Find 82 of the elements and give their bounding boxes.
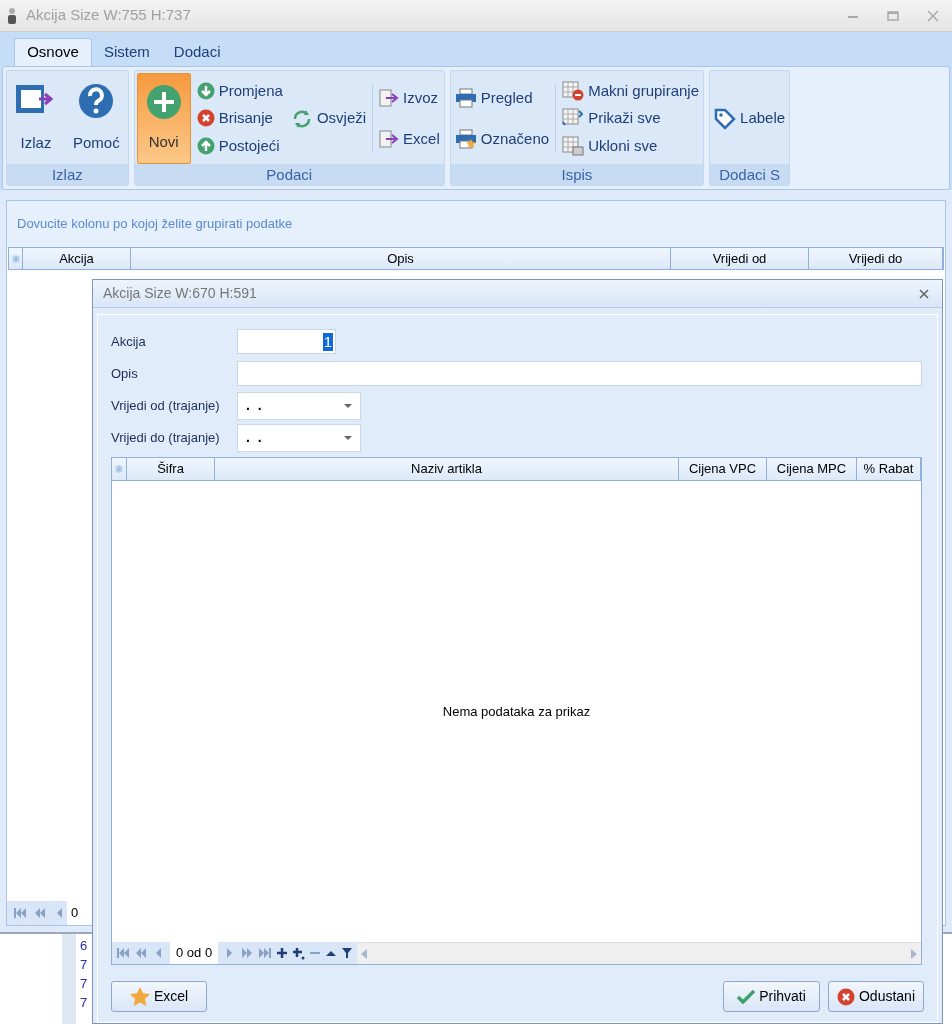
asterisk-icon: [115, 465, 123, 473]
plus-icon: [145, 84, 182, 120]
date-field[interactable]: . .: [237, 423, 361, 452]
previous-page-icon[interactable]: [134, 948, 148, 958]
dialog-title: Akcija Size W:670 H:591: [103, 284, 258, 303]
asterisk-icon: [11, 254, 20, 263]
date-field[interactable]: . .: [237, 391, 361, 420]
ribbon-large-button[interactable]: Izlaz: [9, 73, 63, 164]
ribbon-large-button[interactable]: Pomoć: [67, 73, 126, 164]
group-by-hint: Dovucite kolonu po kojoj želite grupirati podatke: [17, 215, 293, 234]
printer-star-icon: [454, 129, 477, 150]
ribbon-button[interactable]: Promjena: [194, 79, 285, 103]
scroll-right-icon[interactable]: [911, 948, 917, 959]
delete-icon: [196, 109, 215, 128]
group-label: Dodaci S: [710, 164, 790, 185]
field-label: Vrijedi od (trajanje): [111, 396, 221, 415]
ribbon-button[interactable]: Postojeći: [194, 134, 285, 158]
ribbon-button[interactable]: Labele: [712, 107, 788, 130]
insert-icon[interactable]: [292, 946, 306, 960]
horizontal-scrollbar[interactable]: [357, 942, 921, 964]
scroll-left-icon[interactable]: [361, 948, 368, 959]
ribbon-button[interactable]: Brisanje: [194, 107, 285, 130]
ribbon-button[interactable]: Osvježi: [288, 107, 369, 130]
printer-icon: [454, 87, 477, 108]
column-header[interactable]: Vrijedi od: [671, 248, 809, 269]
first-page-icon[interactable]: [116, 948, 130, 958]
next-page-icon[interactable]: [240, 948, 255, 958]
column-header[interactable]: Cijena VPC: [679, 458, 767, 480]
column-header[interactable]: Opis: [131, 248, 671, 269]
ribbon-button[interactable]: Označeno: [452, 128, 552, 151]
column-header[interactable]: Vrijedi do: [809, 248, 943, 269]
group-label: Podaci: [134, 164, 444, 185]
ribbon-button[interactable]: Pregled: [452, 86, 552, 109]
field-label: Akcija: [111, 332, 147, 351]
field-label: Vrijedi do (trajanje): [111, 428, 221, 447]
ribbon-tab[interactable]: Sistem: [92, 38, 162, 66]
ribbon-button[interactable]: Izvoz: [377, 86, 442, 109]
group-label: Ispis: [450, 164, 704, 185]
app-icon: [6, 6, 18, 25]
ribbon-large-button[interactable]: Novi: [136, 73, 191, 164]
close-icon[interactable]: [918, 287, 930, 300]
ribbon-tab[interactable]: Osnove: [14, 38, 92, 66]
line-number: 6: [80, 937, 88, 955]
check-icon: [737, 989, 756, 1004]
ribbon-tab[interactable]: Dodaci: [161, 38, 233, 66]
filter-icon[interactable]: [341, 947, 354, 959]
window-title: Akcija Size W:755 H:737: [26, 5, 192, 26]
column-header[interactable]: Naziv artikla: [215, 458, 679, 480]
close-icon[interactable]: [926, 8, 940, 23]
field-label: Opis: [111, 364, 139, 383]
dropdown-arrow-icon: [344, 403, 352, 408]
star-icon: [129, 987, 150, 1006]
ribbon-button[interactable]: Ukloni sve: [560, 134, 702, 158]
number-field[interactable]: 1: [237, 329, 336, 354]
group-label: Izlaz: [7, 164, 128, 185]
empty-grid-message: Nema podataka za prikaz: [442, 702, 591, 721]
tag-icon: [714, 107, 737, 130]
ribbon-button[interactable]: Prikaži sve: [560, 107, 702, 130]
dialog-button[interactable]: Excel: [111, 981, 207, 1012]
export-icon: [379, 130, 400, 149]
line-number: 7: [80, 994, 88, 1012]
line-number: 7: [80, 956, 88, 974]
column-header[interactable]: Cijena MPC: [767, 458, 857, 480]
add-icon[interactable]: [276, 947, 289, 959]
column-header[interactable]: % Rabat: [857, 458, 921, 480]
dropdown-arrow-icon: [344, 435, 352, 440]
text-field[interactable]: [237, 361, 922, 386]
help-icon: [78, 83, 115, 119]
grid-remove-icon: [562, 80, 585, 101]
cancel-icon: [836, 987, 855, 1006]
column-header[interactable]: Akcija: [23, 248, 131, 269]
dialog-button[interactable]: Prihvati: [723, 981, 820, 1012]
previous-page-icon[interactable]: [33, 908, 47, 918]
dialog-button[interactable]: Odustani: [828, 981, 924, 1012]
ribbon-button[interactable]: Makni grupiranje: [560, 79, 702, 103]
maximize-icon[interactable]: [886, 8, 900, 23]
column-header[interactable]: Šifra: [127, 458, 215, 480]
grid-icon: [562, 136, 585, 157]
line-number: 7: [80, 975, 88, 993]
first-page-icon[interactable]: [13, 908, 27, 918]
ribbon-button[interactable]: Excel: [377, 128, 442, 151]
export-icon: [379, 88, 400, 107]
